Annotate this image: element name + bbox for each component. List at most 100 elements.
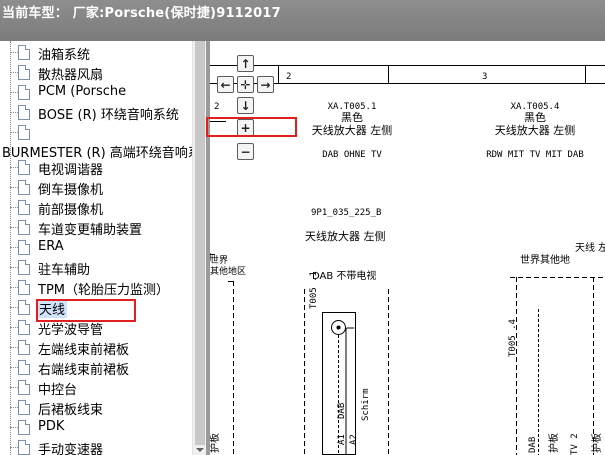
document-icon: [18, 440, 30, 455]
document-icon: [18, 320, 30, 335]
tree-item[interactable]: 油箱系统: [0, 43, 192, 63]
tree-item-label: PCM (Porsche: [38, 84, 127, 99]
tree-item[interactable]: [0, 123, 192, 143]
zoom-out-button[interactable]: −: [237, 143, 254, 160]
pan-down-button[interactable]: ↓: [237, 97, 254, 114]
tree-connector: [10, 207, 18, 208]
document-icon: [18, 160, 30, 175]
tree-item[interactable]: 电视调谐器: [0, 158, 192, 178]
tree-item-label: 中控台: [38, 383, 78, 398]
window-title: 当前车型： 厂家:Porsche(保时捷)9112017: [2, 6, 281, 21]
tree-item[interactable]: 倒车摄像机: [0, 178, 192, 198]
column-number-2: 2: [286, 72, 291, 82]
tree-item[interactable]: 前部摄像机: [0, 198, 192, 218]
tree-item[interactable]: 天线: [0, 298, 192, 318]
document-icon: [18, 125, 30, 140]
right-label-1: 天线 左: [575, 241, 605, 254]
connector-xa1-color: 黑色: [341, 110, 363, 124]
tree-connector: [10, 267, 18, 268]
tree-item-label: 驻车辅助: [38, 263, 91, 278]
tree-item-label: 光学波导管: [38, 323, 104, 338]
dab-label: DAB 不带电视: [312, 269, 376, 282]
document-icon: [18, 360, 30, 375]
tree-connector: [10, 367, 18, 368]
tree-item-label: TPM（轮胎压力监测）: [38, 283, 169, 298]
antenna-core-icon: [336, 325, 341, 330]
tree-item[interactable]: 左端线束前裙板: [0, 338, 192, 358]
document-icon: [18, 65, 30, 80]
dab-right-label: DAB: [528, 437, 538, 453]
pan-left-button[interactable]: ←: [217, 76, 234, 93]
pan-center-button[interactable]: ✛: [237, 76, 254, 93]
document-icon: [18, 220, 30, 235]
document-icon: [18, 380, 30, 395]
tree-item[interactable]: 驻车辅助: [0, 258, 192, 278]
tree-connector: [10, 347, 18, 348]
app-window: 当前车型： 厂家:Porsche(保时捷)9112017 油箱系统散热器风扇 PC…: [0, 0, 605, 455]
tree-connector: [10, 307, 18, 308]
document-icon: [18, 280, 30, 295]
document-icon: [18, 200, 30, 215]
part-code: 9P1_035_225_B: [311, 208, 381, 218]
connector-xa4-note: RDW MIT TV MIT DAB: [486, 150, 584, 160]
tree-connector: [10, 447, 18, 448]
title-bar: 当前车型： 厂家:Porsche(保时捷)9112017: [0, 0, 605, 41]
part-name: 天线放大器 左侧: [305, 229, 386, 243]
tree-item-label: 左端线束前裙板: [38, 343, 130, 358]
connector-xa4-name: 天线放大器 左侧: [495, 123, 576, 137]
tree-item-label: ERA: [38, 239, 64, 254]
zoom-in-button[interactable]: +: [237, 119, 254, 136]
tree-item[interactable]: 光学波导管: [0, 318, 192, 338]
tree-connector: [10, 92, 18, 93]
arrow-right-icon: →: [260, 77, 271, 92]
scrollbar-thumb[interactable]: [195, 41, 205, 445]
tree-connector: [10, 327, 18, 328]
connector-t005-4-label: T005 .4: [508, 319, 518, 357]
tree-connector: [10, 387, 18, 388]
document-icon: [18, 260, 30, 275]
diagram-viewer[interactable]: 2 3 2 XA.T005.1 黑色 天线放大器 左侧 DAB OHNE TV …: [210, 41, 605, 455]
pan-right-button[interactable]: →: [257, 76, 274, 93]
column-number-3: 3: [482, 72, 487, 82]
document-icon: [18, 180, 30, 195]
right-label-2: 世界其他地: [520, 253, 570, 266]
tree-item-label: 右端线束前裙板: [38, 363, 130, 378]
tree-item[interactable]: PCM (Porsche: [0, 83, 192, 103]
tree-item-label: 手动变速器: [38, 443, 104, 455]
scroll-down-arrow-icon[interactable]: [193, 445, 207, 455]
hubban-right-label-1: 护板: [547, 433, 560, 453]
tree-connector: [10, 247, 18, 248]
pan-up-button[interactable]: ↑: [237, 55, 254, 72]
tree-item[interactable]: ERA: [0, 238, 192, 258]
tree-connector: [10, 227, 18, 228]
region-label-2: 其他地区: [210, 265, 246, 277]
tree-item[interactable]: 中控台: [0, 378, 192, 398]
tree-item-label: BOSE (R) 环绕音响系统: [38, 108, 179, 123]
tree-item[interactable]: 右端线束前裙板: [0, 358, 192, 378]
tree-connector: [10, 407, 18, 408]
tree-scrollbar[interactable]: [192, 41, 207, 455]
plus-icon: +: [240, 120, 251, 135]
tree-item-label: 电视调谐器: [38, 163, 104, 178]
tree-item[interactable]: 后裙板线束: [0, 398, 192, 418]
tree-item[interactable]: 手动变速器: [0, 438, 192, 455]
connector-xa4-color: 黑色: [524, 110, 546, 124]
tree-item-label: 油箱系统: [38, 48, 91, 63]
tree-item-label: 前部摄像机: [38, 203, 104, 218]
tree-item[interactable]: TPM（轮胎压力监测）: [0, 278, 192, 298]
tree-item[interactable]: PDK: [0, 418, 192, 438]
tree-item[interactable]: BOSE (R) 环绕音响系统: [0, 103, 192, 123]
tv2-label: TV 2: [570, 433, 580, 455]
schirm-label: Schirm: [361, 388, 371, 421]
dab-vertical-label: DAB: [337, 403, 347, 419]
tree-item-label: 散热器风扇: [38, 68, 104, 83]
tree-connector: [10, 52, 18, 53]
pin-a1-label: A1: [337, 434, 347, 445]
arrow-up-icon: ↑: [240, 56, 251, 71]
tree-connector: [10, 167, 18, 168]
document-icon: [18, 400, 30, 415]
arrow-left-icon: ←: [220, 77, 231, 92]
tree-item[interactable]: 车道变更辅助装置: [0, 218, 192, 238]
tree-item[interactable]: 散热器风扇: [0, 63, 192, 83]
hubban-left-label: 护板: [210, 433, 221, 453]
